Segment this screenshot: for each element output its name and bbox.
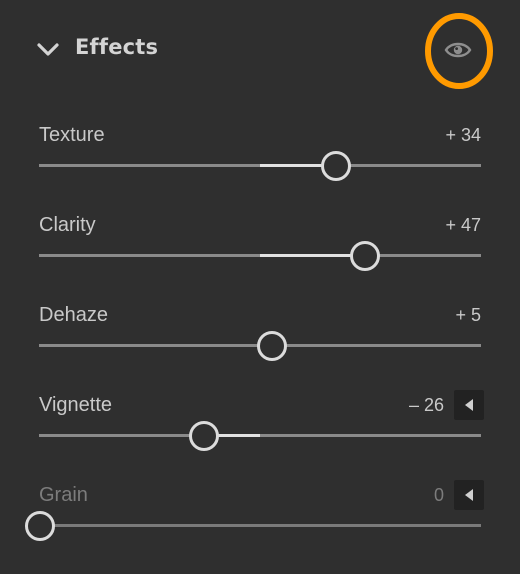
vignette-reset-button[interactable] xyxy=(454,390,484,420)
dehaze-label: Dehaze xyxy=(39,304,108,326)
dehaze-value[interactable]: + 5 xyxy=(455,305,481,326)
vignette-label: Vignette xyxy=(39,394,113,416)
texture-label: Texture xyxy=(39,124,105,146)
triangle-left-icon xyxy=(465,489,473,501)
grain-value[interactable]: 0 xyxy=(434,485,444,506)
texture-slider-thumb[interactable] xyxy=(321,151,352,181)
clarity-slider-track[interactable] xyxy=(39,241,481,271)
clarity-value[interactable]: + 47 xyxy=(445,215,481,236)
dehaze-slider-thumb[interactable] xyxy=(257,331,288,361)
vignette-value[interactable]: – 26 xyxy=(409,395,444,416)
grain-slider-track[interactable] xyxy=(25,511,481,541)
texture-control: Texture + 34 xyxy=(0,124,520,214)
panel-title: Effects xyxy=(75,35,159,59)
vignette-slider-track[interactable] xyxy=(39,421,481,451)
eye-icon[interactable] xyxy=(444,40,472,60)
clarity-control: Clarity + 47 xyxy=(0,214,520,304)
dehaze-control: Dehaze + 5 xyxy=(0,304,520,394)
texture-slider-track[interactable] xyxy=(39,151,481,181)
clarity-slider-fill xyxy=(260,254,364,257)
clarity-label: Clarity xyxy=(39,214,96,236)
effects-panel-header[interactable]: Effects xyxy=(0,0,520,100)
grain-control: Grain 0 xyxy=(0,480,520,574)
triangle-left-icon xyxy=(465,399,473,411)
grain-slider-thumb[interactable] xyxy=(25,511,55,541)
texture-value[interactable]: + 34 xyxy=(445,125,481,146)
grain-label: Grain xyxy=(39,484,88,506)
dehaze-slider-track[interactable] xyxy=(39,331,481,361)
chevron-down-icon[interactable] xyxy=(36,38,60,62)
vignette-control: Vignette – 26 xyxy=(0,390,520,484)
grain-reset-button[interactable] xyxy=(454,480,484,510)
visibility-toggle[interactable] xyxy=(424,11,494,91)
vignette-slider-thumb[interactable] xyxy=(188,421,219,451)
clarity-slider-thumb[interactable] xyxy=(349,241,380,271)
